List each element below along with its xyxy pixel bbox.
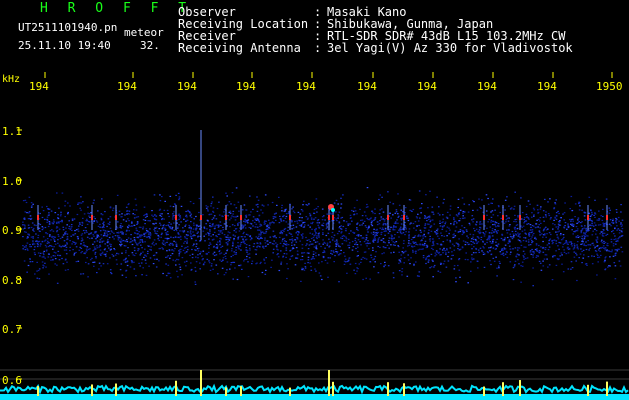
spectrogram xyxy=(0,72,629,400)
meteor-echo-core xyxy=(225,215,227,220)
meteor-echo-core xyxy=(587,215,589,220)
noise-band xyxy=(22,187,624,287)
meteor-echo-core xyxy=(240,215,242,220)
time-tick: 194 xyxy=(117,80,137,93)
meteor-echo-core xyxy=(606,215,608,220)
meteor-echo-core xyxy=(91,215,93,220)
meteor-echo-core xyxy=(519,215,521,220)
meteor-echo-core xyxy=(502,215,504,220)
meteor-echo-core xyxy=(37,215,39,220)
signal-level-base xyxy=(0,394,629,400)
meteor-echo-core xyxy=(387,215,389,220)
time-tick: 194 xyxy=(296,80,316,93)
frequency-unit: kHz xyxy=(2,74,21,85)
time-tick: 194 xyxy=(357,80,377,93)
meteor-echo-core xyxy=(328,215,330,220)
time-tick: 194 xyxy=(537,80,557,93)
meteor-echo-core xyxy=(200,215,202,220)
meteor-echo-burst xyxy=(331,208,335,212)
meteor-echo-core xyxy=(115,215,117,220)
time-tick: 194 xyxy=(236,80,256,93)
time-tick: 1950 xyxy=(596,80,623,93)
freq-tick: 0.6 xyxy=(2,374,22,387)
meteor-echo-core xyxy=(289,215,291,220)
meteor-echo-core xyxy=(332,215,334,220)
time-tick: 194 xyxy=(29,80,49,93)
signal-level-trace xyxy=(0,383,629,395)
freq-tick: 0.7 xyxy=(2,323,22,336)
meteor-echo-core xyxy=(403,215,405,220)
freq-tick: 0.9 xyxy=(2,224,22,237)
freq-tick: 0.8 xyxy=(2,274,22,287)
freq-tick: 1.0 xyxy=(2,175,22,188)
time-tick: 194 xyxy=(177,80,197,93)
meteor-echo-core xyxy=(175,215,177,220)
time-tick: 194 xyxy=(417,80,437,93)
time-tick: 194 xyxy=(477,80,497,93)
meteor-echo-core xyxy=(483,215,485,220)
freq-tick: 1.1 xyxy=(2,125,22,138)
